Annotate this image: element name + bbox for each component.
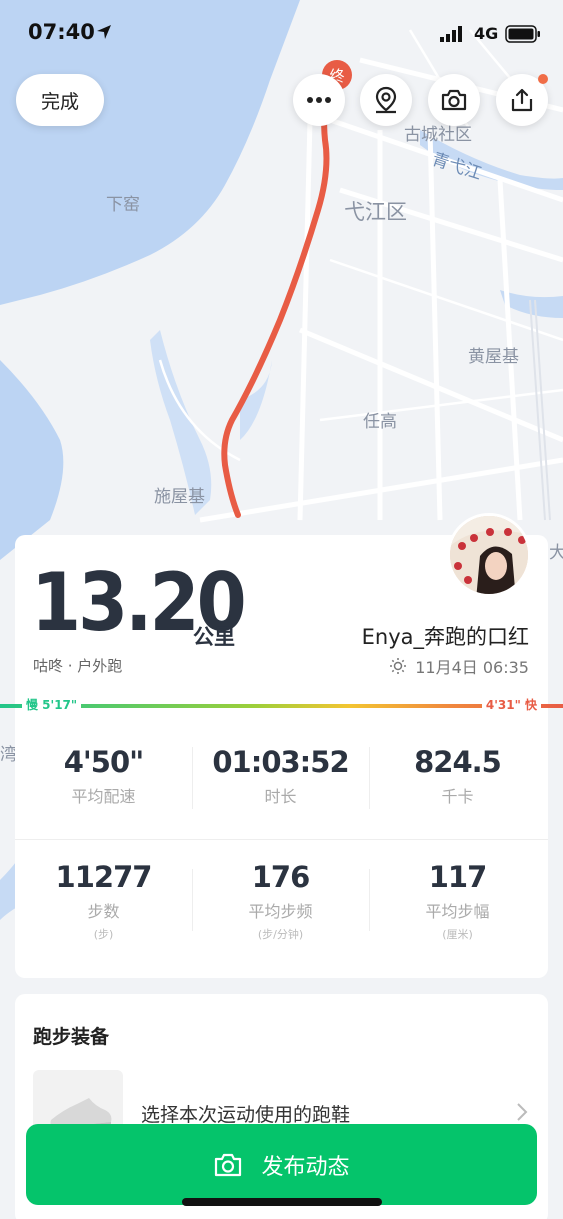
stat-cadence: 176 平均步频 (步/分钟) [192,860,369,942]
stat-value: 117 [428,860,488,894]
workout-summary-card: 13.20 公里 咕咚 · 户外跑 Enya_奔跑的口红 11月4日 06:35… [0,513,563,978]
run-type: 咕咚 · 户外跑 [33,657,123,675]
divider [15,839,548,840]
camera-icon [441,89,467,111]
sun-icon [390,658,407,674]
avatar-image [450,516,528,594]
stat-steps: 11277 步数 (步) [15,860,192,942]
select-shoes-link[interactable]: 选择本次运动使用的跑鞋 [141,1100,350,1127]
more-button[interactable] [293,74,345,126]
publish-button[interactable]: 发布动态 [26,1124,537,1205]
map-label-huangwuji: 黄屋基 [468,347,519,367]
stat-calories: 824.5 千卡 [369,745,546,807]
battery-icon [505,25,540,43]
stat-label: 步数 [87,902,120,921]
map-pin-icon [375,86,397,114]
stat-unit: (步) [93,928,114,941]
map-label-rengao: 任高 [363,412,397,432]
signal-icon [440,26,462,42]
location-arrow-icon [97,25,111,39]
stat-unit: (步/分钟) [257,928,304,941]
stat-stride: 117 平均步幅 (厘米) [369,860,546,942]
publish-label: 发布动态 [261,1154,350,1180]
camera-icon [215,1153,242,1176]
status-bar: 07:40 4G [0,0,563,70]
notification-dot [538,74,548,84]
share-icon [511,88,533,112]
pace-slow-label: 慢 5'17" [22,696,82,713]
share-button[interactable] [496,74,548,126]
map-location-button[interactable] [360,74,412,126]
distance-unit: 公里 [193,625,235,649]
more-dots-icon [307,97,331,103]
stat-value: 4'50" [63,745,145,779]
stat-label: 平均步幅 [425,902,490,921]
status-time: 07:40 [28,20,95,44]
camera-button[interactable] [428,74,480,126]
home-indicator [182,1198,382,1206]
gear-title: 跑步装备 [33,1026,110,1048]
user-name: Enya_奔跑的口红 [361,625,529,649]
stat-value: 824.5 [414,745,502,779]
map-label-yijiang: 弋江区 [344,200,407,224]
stat-value: 176 [251,860,311,894]
workout-datetime: 11月4日 06:35 [415,658,529,677]
stat-label: 时长 [264,787,297,806]
map-label-da: 大 [549,543,563,563]
stat-avg-pace: 4'50" 平均配速 [15,745,192,807]
map-label-shiwuji: 施屋基 [154,487,205,507]
stat-unit: (厘米) [442,928,473,941]
pace-gradient-bar: 慢 5'17" 4'31" 快 [0,696,563,713]
chevron-right-icon[interactable] [516,1102,528,1122]
user-avatar[interactable] [447,513,531,597]
pace-gradient-line [0,704,563,708]
stat-duration: 01:03:52 时长 [192,745,369,807]
network-type: 4G [474,24,499,43]
stat-label: 平均步频 [248,902,313,921]
stat-value: 11277 [55,860,153,894]
done-button[interactable]: 完成 [16,74,104,126]
pace-fast-label: 4'31" 快 [481,696,541,713]
stat-value: 01:03:52 [212,745,349,779]
map-label-xiayao: 下窑 [106,195,140,215]
stat-label: 千卡 [441,787,474,806]
stat-label: 平均配速 [71,787,136,806]
date-row: 11月4日 06:35 [389,654,529,678]
